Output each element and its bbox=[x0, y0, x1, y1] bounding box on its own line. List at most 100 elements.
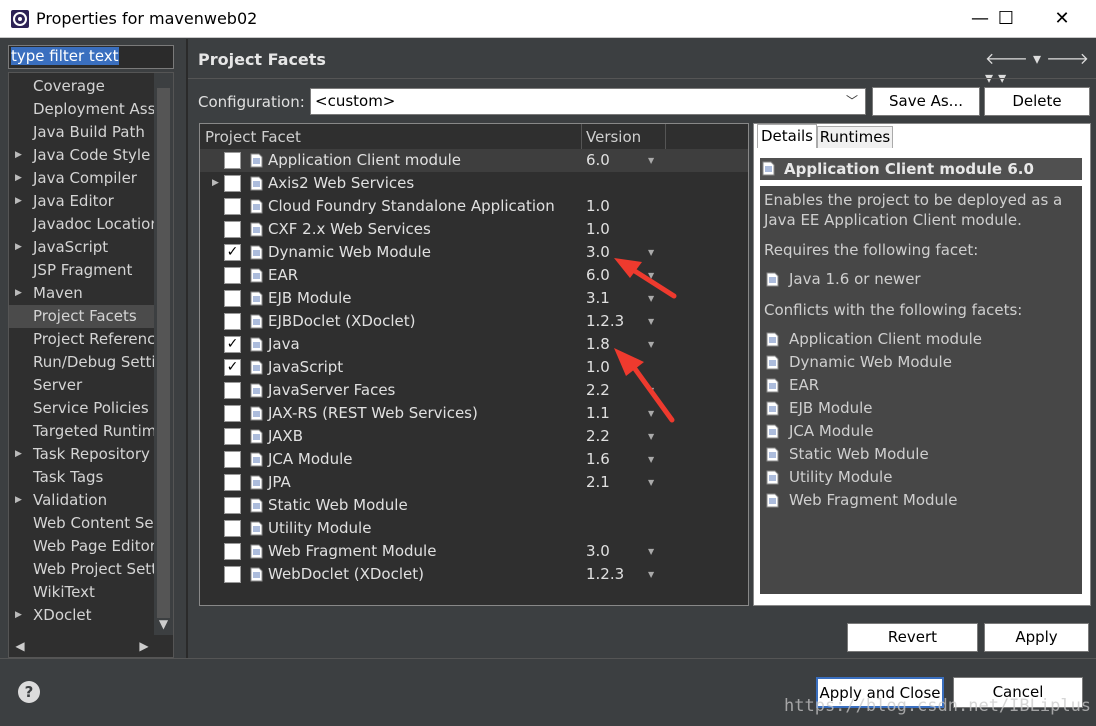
scroll-down-icon[interactable]: ▼ bbox=[154, 614, 173, 634]
back-arrow-icon[interactable]: 🡐 ▾ bbox=[985, 49, 1041, 68]
facet-row[interactable]: JPA 2.1 ▼ bbox=[200, 471, 748, 494]
facet-row[interactable]: Application Client module 6.0 ▼ bbox=[200, 149, 748, 172]
expand-arrow-icon[interactable]: ▶ bbox=[212, 172, 219, 195]
facet-row[interactable]: JAX-RS (REST Web Services) 1.1 ▼ bbox=[200, 402, 748, 425]
facet-version[interactable]: 2.2 bbox=[586, 379, 610, 402]
tree-scrollbar-thumb[interactable] bbox=[157, 88, 170, 618]
revert-button[interactable]: Revert bbox=[847, 623, 978, 652]
maximize-button[interactable]: ☐ bbox=[980, 0, 1032, 38]
chevron-down-icon[interactable]: ﹀ bbox=[846, 92, 858, 109]
facet-checkbox[interactable] bbox=[224, 152, 241, 169]
tree-item[interactable]: JSP Fragment bbox=[9, 259, 155, 282]
tab-runtimes[interactable]: Runtimes bbox=[817, 126, 893, 148]
facet-checkbox[interactable] bbox=[224, 428, 241, 445]
facet-row[interactable]: EAR 6.0 ▼ bbox=[200, 264, 748, 287]
version-dropdown-icon[interactable]: ▼ bbox=[648, 563, 654, 586]
facet-checkbox[interactable]: ✓ bbox=[224, 244, 241, 261]
tree-item[interactable]: Run/Debug Settings bbox=[9, 351, 155, 374]
version-dropdown-icon[interactable]: ▼ bbox=[648, 379, 654, 402]
facet-version[interactable]: 3.0 bbox=[586, 540, 610, 563]
facet-checkbox[interactable] bbox=[224, 520, 241, 537]
version-dropdown-icon[interactable]: ▼ bbox=[648, 287, 654, 310]
expand-arrow-icon[interactable]: ▶ bbox=[15, 167, 22, 190]
tree-item[interactable]: Project Facets bbox=[9, 305, 155, 328]
expand-arrow-icon[interactable]: ▶ bbox=[15, 282, 22, 305]
facet-version[interactable]: 3.0 bbox=[586, 241, 610, 264]
facet-row[interactable]: Cloud Foundry Standalone Application 1.0 bbox=[200, 195, 748, 218]
facet-version[interactable]: 1.1 bbox=[586, 402, 610, 425]
facet-row[interactable]: ✓ Java 1.8 ▼ bbox=[200, 333, 748, 356]
version-dropdown-icon[interactable]: ▼ bbox=[648, 425, 654, 448]
facet-version[interactable]: 1.6 bbox=[586, 448, 610, 471]
tree-item[interactable]: ▶ Java Compiler bbox=[9, 167, 155, 190]
tree-item[interactable]: Javadoc Location bbox=[9, 213, 155, 236]
apply-button[interactable]: Apply bbox=[984, 623, 1089, 652]
facet-version[interactable]: 2.1 bbox=[586, 471, 610, 494]
expand-arrow-icon[interactable]: ▶ bbox=[15, 236, 22, 259]
facet-checkbox[interactable] bbox=[224, 221, 241, 238]
tree-item[interactable]: ▶ XDoclet bbox=[9, 604, 155, 627]
facet-version[interactable]: 1.2.3 bbox=[586, 310, 624, 333]
tree-item[interactable]: ▶ Validation bbox=[9, 489, 155, 512]
tree-item[interactable]: ▶ Java Editor bbox=[9, 190, 155, 213]
scroll-right-icon[interactable]: ▶ bbox=[134, 636, 154, 656]
facet-checkbox[interactable] bbox=[224, 474, 241, 491]
help-icon[interactable]: ? bbox=[18, 681, 40, 703]
version-dropdown-icon[interactable]: ▼ bbox=[648, 471, 654, 494]
configuration-select[interactable]: <custom> bbox=[310, 88, 866, 115]
tree-item[interactable]: Server bbox=[9, 374, 155, 397]
tree-item[interactable]: Web Page Editor bbox=[9, 535, 155, 558]
facet-row[interactable]: JavaServer Faces 2.2 ▼ bbox=[200, 379, 748, 402]
tree-item[interactable]: ▶ Task Repository bbox=[9, 443, 155, 466]
facet-checkbox[interactable] bbox=[224, 175, 241, 192]
facet-checkbox[interactable] bbox=[224, 451, 241, 468]
tree-item[interactable]: WikiText bbox=[9, 581, 155, 604]
tree-item[interactable]: ▶ Maven bbox=[9, 282, 155, 305]
facet-row[interactable]: Utility Module bbox=[200, 517, 748, 540]
facet-row[interactable]: ✓ Dynamic Web Module 3.0 ▼ bbox=[200, 241, 748, 264]
tree-item[interactable]: Task Tags bbox=[9, 466, 155, 489]
tree-item[interactable]: Java Build Path bbox=[9, 121, 155, 144]
tab-details[interactable]: Details bbox=[757, 124, 817, 148]
version-dropdown-icon[interactable]: ▼ bbox=[648, 448, 654, 471]
tree-item[interactable]: Coverage bbox=[9, 75, 155, 98]
version-dropdown-icon[interactable]: ▼ bbox=[648, 149, 654, 172]
tree-item[interactable]: Project References bbox=[9, 328, 155, 351]
tree-item[interactable]: Service Policies bbox=[9, 397, 155, 420]
version-dropdown-icon[interactable]: ▼ bbox=[648, 333, 654, 356]
facet-version[interactable]: 2.2 bbox=[586, 425, 610, 448]
version-dropdown-icon[interactable]: ▼ bbox=[648, 540, 654, 563]
facet-row[interactable]: Static Web Module bbox=[200, 494, 748, 517]
facet-row[interactable]: Web Fragment Module 3.0 ▼ bbox=[200, 540, 748, 563]
facet-checkbox[interactable] bbox=[224, 198, 241, 215]
facet-checkbox[interactable] bbox=[224, 313, 241, 330]
scroll-left-icon[interactable]: ◀ bbox=[10, 636, 30, 656]
facet-version[interactable]: 1.2.3 bbox=[586, 563, 624, 586]
column-header-facet[interactable]: Project Facet bbox=[205, 128, 301, 146]
facet-row[interactable]: JCA Module 1.6 ▼ bbox=[200, 448, 748, 471]
facet-checkbox[interactable] bbox=[224, 267, 241, 284]
filter-input[interactable]: type filter text bbox=[8, 45, 174, 69]
facet-checkbox[interactable] bbox=[224, 566, 241, 583]
tree-item[interactable]: Web Content Settings bbox=[9, 512, 155, 535]
tree-item[interactable]: ▶ Java Code Style bbox=[9, 144, 155, 167]
facet-version[interactable]: 3.1 bbox=[586, 287, 610, 310]
expand-arrow-icon[interactable]: ▶ bbox=[15, 144, 22, 167]
facet-version[interactable]: 6.0 bbox=[586, 149, 610, 172]
facet-row[interactable]: EJBDoclet (XDoclet) 1.2.3 ▼ bbox=[200, 310, 748, 333]
tree-item[interactable]: ▶ JavaScript bbox=[9, 236, 155, 259]
facet-row[interactable]: ▶ Axis2 Web Services bbox=[200, 172, 748, 195]
facet-checkbox[interactable] bbox=[224, 405, 241, 422]
facet-row[interactable]: ✓ JavaScript 1.0 bbox=[200, 356, 748, 379]
tree-item[interactable]: Targeted Runtimes bbox=[9, 420, 155, 443]
close-button[interactable]: ✕ bbox=[1032, 0, 1092, 38]
facet-row[interactable]: EJB Module 3.1 ▼ bbox=[200, 287, 748, 310]
facet-version[interactable]: 1.8 bbox=[586, 333, 610, 356]
pane-divider[interactable] bbox=[186, 39, 188, 659]
facet-checkbox[interactable] bbox=[224, 543, 241, 560]
tree-item[interactable]: Deployment Assembly bbox=[9, 98, 155, 121]
facet-checkbox[interactable]: ✓ bbox=[224, 336, 241, 353]
delete-button[interactable]: Delete bbox=[984, 87, 1090, 116]
version-dropdown-icon[interactable]: ▼ bbox=[648, 264, 654, 287]
facet-checkbox[interactable] bbox=[224, 290, 241, 307]
